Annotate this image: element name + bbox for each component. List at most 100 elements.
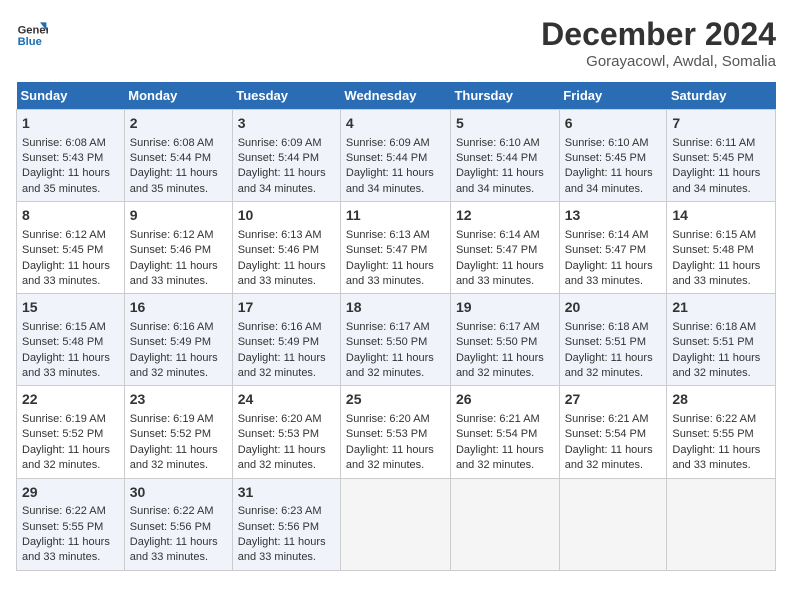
calendar-cell: 22Sunrise: 6:19 AMSunset: 5:52 PMDayligh…	[17, 386, 125, 478]
calendar-cell: 19Sunrise: 6:17 AMSunset: 5:50 PMDayligh…	[450, 294, 559, 386]
daylight-text: Daylight: 11 hours and 35 minutes.	[22, 167, 110, 194]
sunrise-text: Sunrise: 6:08 AM	[22, 137, 106, 149]
calendar-title: December 2024	[541, 16, 776, 53]
day-number: 11	[346, 206, 445, 226]
svg-text:Blue: Blue	[18, 36, 42, 48]
sunrise-text: Sunrise: 6:12 AM	[22, 229, 106, 241]
day-number: 4	[346, 114, 445, 134]
sunrise-text: Sunrise: 6:14 AM	[565, 229, 649, 241]
sunrise-text: Sunrise: 6:12 AM	[130, 229, 214, 241]
day-number: 12	[456, 206, 554, 226]
day-number: 21	[672, 298, 770, 318]
calendar-cell: 18Sunrise: 6:17 AMSunset: 5:50 PMDayligh…	[340, 294, 450, 386]
sunrise-text: Sunrise: 6:09 AM	[346, 137, 430, 149]
calendar-cell: 14Sunrise: 6:15 AMSunset: 5:48 PMDayligh…	[667, 202, 776, 294]
calendar-cell: 15Sunrise: 6:15 AMSunset: 5:48 PMDayligh…	[17, 294, 125, 386]
sunrise-text: Sunrise: 6:22 AM	[130, 505, 214, 517]
sunrise-text: Sunrise: 6:20 AM	[238, 413, 322, 425]
calendar-cell: 24Sunrise: 6:20 AMSunset: 5:53 PMDayligh…	[232, 386, 340, 478]
daylight-text: Daylight: 11 hours and 33 minutes.	[346, 260, 434, 287]
daylight-text: Daylight: 11 hours and 33 minutes.	[22, 260, 110, 287]
calendar-subtitle: Gorayacowl, Awdal, Somalia	[541, 53, 776, 70]
calendar-week-row: 8 Sunrise: 6:12 AM Sunset: 5:45 PM Daylight…	[17, 202, 776, 294]
sunrise-text: Sunrise: 6:13 AM	[346, 229, 430, 241]
day-number: 3	[238, 114, 335, 134]
daylight-text: Daylight: 11 hours and 34 minutes.	[346, 167, 434, 194]
sunset-text: Sunset: 5:46 PM	[130, 244, 211, 256]
calendar-cell	[340, 478, 450, 570]
daylight-text: Daylight: 11 hours and 35 minutes.	[130, 167, 218, 194]
daylight-text: Daylight: 11 hours and 32 minutes.	[346, 444, 434, 471]
daylight-text: Daylight: 11 hours and 34 minutes.	[238, 167, 326, 194]
sunrise-text: Sunrise: 6:18 AM	[672, 321, 756, 333]
calendar-cell: 1Sunrise: 6:08 AMSunset: 5:43 PMDaylight…	[17, 110, 125, 202]
day-header-wednesday: Wednesday	[340, 82, 450, 110]
sunset-text: Sunset: 5:55 PM	[22, 521, 103, 533]
calendar-cell: 5Sunrise: 6:10 AMSunset: 5:44 PMDaylight…	[450, 110, 559, 202]
day-number: 8	[22, 206, 119, 226]
sunset-text: Sunset: 5:51 PM	[565, 336, 646, 348]
sunset-text: Sunset: 5:56 PM	[238, 521, 319, 533]
day-number: 2	[130, 114, 227, 134]
sunset-text: Sunset: 5:54 PM	[456, 428, 537, 440]
sunrise-text: Sunrise: 6:19 AM	[22, 413, 106, 425]
sunset-text: Sunset: 5:49 PM	[238, 336, 319, 348]
sunset-text: Sunset: 5:44 PM	[456, 152, 537, 164]
sunset-text: Sunset: 5:45 PM	[565, 152, 646, 164]
daylight-text: Daylight: 11 hours and 33 minutes.	[565, 260, 653, 287]
sunset-text: Sunset: 5:45 PM	[22, 244, 103, 256]
day-number: 6	[565, 114, 662, 134]
day-number: 13	[565, 206, 662, 226]
sunset-text: Sunset: 5:47 PM	[346, 244, 427, 256]
day-number: 30	[130, 483, 227, 503]
daylight-text: Daylight: 11 hours and 32 minutes.	[346, 352, 434, 379]
sunset-text: Sunset: 5:48 PM	[672, 244, 753, 256]
calendar-header-row: SundayMondayTuesdayWednesdayThursdayFrid…	[17, 82, 776, 110]
sunrise-text: Sunrise: 6:17 AM	[456, 321, 540, 333]
calendar-cell: 25Sunrise: 6:20 AMSunset: 5:53 PMDayligh…	[340, 386, 450, 478]
calendar-cell: 8 Sunrise: 6:12 AM Sunset: 5:45 PM Daylight…	[17, 202, 125, 294]
day-number: 22	[22, 390, 119, 410]
calendar-cell: 27Sunrise: 6:21 AMSunset: 5:54 PMDayligh…	[559, 386, 667, 478]
day-number: 16	[130, 298, 227, 318]
calendar-cell: 17Sunrise: 6:16 AMSunset: 5:49 PMDayligh…	[232, 294, 340, 386]
calendar-cell: 4Sunrise: 6:09 AMSunset: 5:44 PMDaylight…	[340, 110, 450, 202]
calendar-cell: 30Sunrise: 6:22 AMSunset: 5:56 PMDayligh…	[124, 478, 232, 570]
sunrise-text: Sunrise: 6:17 AM	[346, 321, 430, 333]
day-number: 15	[22, 298, 119, 318]
day-header-tuesday: Tuesday	[232, 82, 340, 110]
day-header-thursday: Thursday	[450, 82, 559, 110]
daylight-text: Daylight: 11 hours and 34 minutes.	[565, 167, 653, 194]
calendar-cell: 10Sunrise: 6:13 AMSunset: 5:46 PMDayligh…	[232, 202, 340, 294]
sunset-text: Sunset: 5:50 PM	[456, 336, 537, 348]
day-number: 25	[346, 390, 445, 410]
day-header-saturday: Saturday	[667, 82, 776, 110]
daylight-text: Daylight: 11 hours and 33 minutes.	[672, 260, 760, 287]
sunrise-text: Sunrise: 6:19 AM	[130, 413, 214, 425]
daylight-text: Daylight: 11 hours and 33 minutes.	[238, 260, 326, 287]
title-area: December 2024 Gorayacowl, Awdal, Somalia	[541, 16, 776, 70]
sunset-text: Sunset: 5:43 PM	[22, 152, 103, 164]
calendar-cell: 6Sunrise: 6:10 AMSunset: 5:45 PMDaylight…	[559, 110, 667, 202]
sunset-text: Sunset: 5:56 PM	[130, 521, 211, 533]
sunrise-text: Sunrise: 6:22 AM	[22, 505, 106, 517]
day-number: 5	[456, 114, 554, 134]
day-header-sunday: Sunday	[17, 82, 125, 110]
sunrise-text: Sunrise: 6:13 AM	[238, 229, 322, 241]
daylight-text: Daylight: 11 hours and 33 minutes.	[130, 260, 218, 287]
calendar-cell: 11 Sunrise: 6:13 AM Sunset: 5:47 PM Dayligh…	[340, 202, 450, 294]
calendar-cell: 28Sunrise: 6:22 AMSunset: 5:55 PMDayligh…	[667, 386, 776, 478]
calendar-cell: 7Sunrise: 6:11 AMSunset: 5:45 PMDaylight…	[667, 110, 776, 202]
calendar-cell: 12Sunrise: 6:14 AMSunset: 5:47 PMDayligh…	[450, 202, 559, 294]
calendar-cell: 31Sunrise: 6:23 AMSunset: 5:56 PMDayligh…	[232, 478, 340, 570]
sunrise-text: Sunrise: 6:15 AM	[672, 229, 756, 241]
daylight-text: Daylight: 11 hours and 33 minutes.	[22, 352, 110, 379]
calendar-week-row: 15Sunrise: 6:15 AMSunset: 5:48 PMDayligh…	[17, 294, 776, 386]
calendar-cell: 29Sunrise: 6:22 AMSunset: 5:55 PMDayligh…	[17, 478, 125, 570]
sunrise-text: Sunrise: 6:10 AM	[456, 137, 540, 149]
daylight-text: Daylight: 11 hours and 33 minutes.	[672, 444, 760, 471]
sunrise-text: Sunrise: 6:14 AM	[456, 229, 540, 241]
calendar-cell	[450, 478, 559, 570]
calendar-week-row: 29Sunrise: 6:22 AMSunset: 5:55 PMDayligh…	[17, 478, 776, 570]
day-header-friday: Friday	[559, 82, 667, 110]
